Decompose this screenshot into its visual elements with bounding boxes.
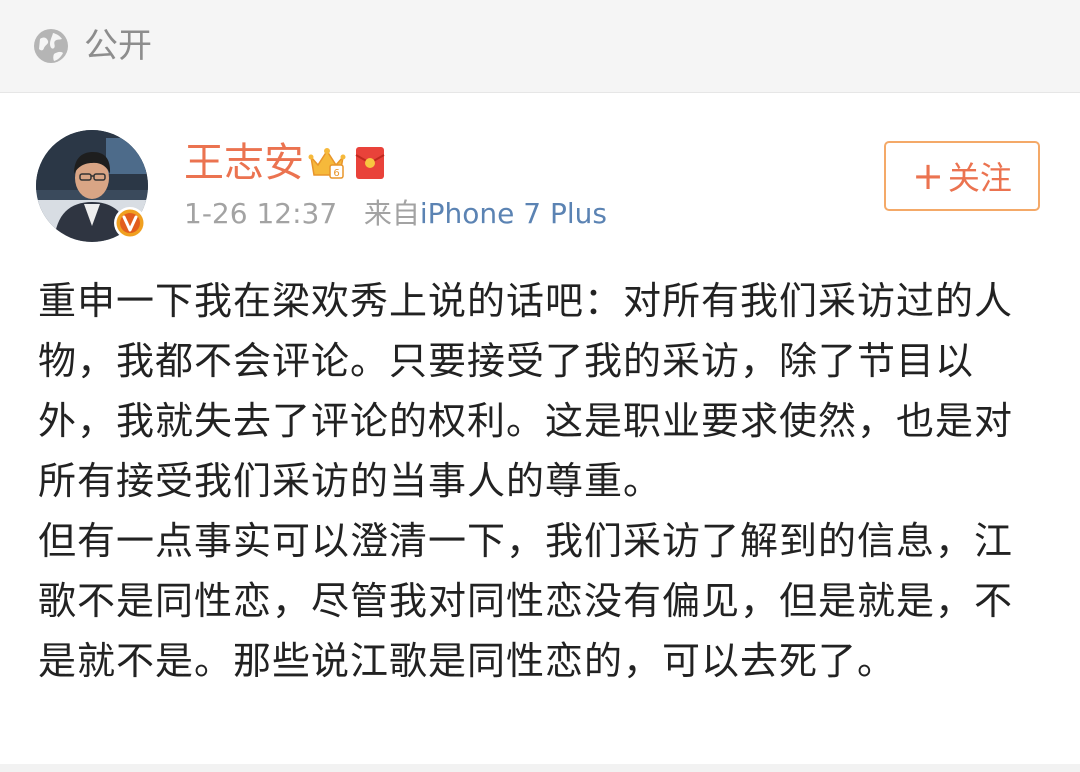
svg-text:6: 6 bbox=[333, 168, 339, 179]
globe-icon bbox=[34, 29, 68, 63]
source-device-link[interactable]: iPhone 7 Plus bbox=[420, 197, 607, 230]
author-name[interactable]: 王志安 bbox=[184, 138, 304, 188]
verified-v-icon bbox=[114, 207, 146, 239]
red-packet-icon[interactable] bbox=[354, 145, 386, 181]
visibility-label: 公开 bbox=[84, 26, 152, 66]
visibility-bar: 公开 bbox=[0, 0, 1080, 93]
source-prefix: 来自 bbox=[363, 197, 420, 230]
post-text: 重申一下我在梁欢秀上说的话吧：对所有我们采访过的人物，我都不会评论。只要接受了我… bbox=[38, 271, 1048, 691]
post-time: 1-26 12:37 bbox=[184, 197, 338, 230]
weibo-post-card: 王志安 6 1-26 12:37 来自iPhone 7 Plus + 关注 重申一… bbox=[0, 93, 1080, 772]
post-paragraph: 但有一点事实可以澄清一下，我们采访了解到的信息，江歌不是同性恋，尽管我对同性恋没… bbox=[38, 519, 1014, 683]
follow-label: 关注 bbox=[947, 159, 1012, 197]
follow-button[interactable]: + 关注 bbox=[884, 141, 1040, 211]
crown-icon[interactable]: 6 bbox=[307, 145, 347, 181]
post-meta: 1-26 12:37 来自iPhone 7 Plus bbox=[184, 194, 607, 234]
card-divider bbox=[0, 764, 1080, 772]
plus-icon: + bbox=[912, 154, 944, 198]
post-paragraph: 重申一下我在梁欢秀上说的话吧：对所有我们采访过的人物，我都不会评论。只要接受了我… bbox=[38, 279, 1014, 503]
